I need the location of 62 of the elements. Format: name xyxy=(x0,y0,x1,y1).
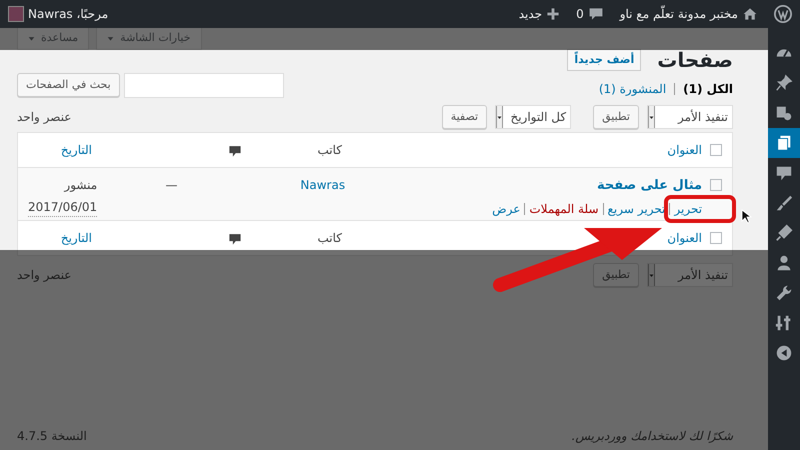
view-filter-link[interactable]: المنشورة (1) xyxy=(598,80,666,98)
select-all-checkbox[interactable] xyxy=(710,144,722,156)
highlight-box xyxy=(664,195,736,223)
page-title-link[interactable]: مثال على صفحة xyxy=(345,176,702,196)
column-header-link[interactable]: التاريخ xyxy=(60,141,92,159)
dropdown-select[interactable]: تنفيذ الأمر xyxy=(647,263,733,287)
add-new-button[interactable]: أضف جديداً xyxy=(567,48,642,72)
caret-icon xyxy=(649,272,654,278)
column-header-link[interactable]: العنوان xyxy=(342,141,702,159)
brush-icon xyxy=(775,194,793,212)
apply-button[interactable]: تطبيق xyxy=(593,105,639,129)
apply-button[interactable]: تطبيق xyxy=(593,263,639,287)
sliders-icon xyxy=(775,314,793,332)
wrench-icon xyxy=(775,284,793,302)
comments-cell-text: — xyxy=(164,177,179,194)
caret-icon xyxy=(28,35,35,42)
dropdown-select[interactable]: تنفيذ الأمر xyxy=(647,105,733,129)
caret-icon xyxy=(649,114,654,120)
pages-icon xyxy=(775,134,793,152)
home-icon[interactable] xyxy=(742,6,758,22)
speech-bubble-icon xyxy=(775,164,793,182)
mouse-pointer-icon xyxy=(742,209,752,224)
person-icon xyxy=(775,254,793,272)
column-header-link[interactable]: العنوان xyxy=(342,229,702,247)
author-link[interactable]: Nawras xyxy=(246,176,346,194)
speech-bubble-icon xyxy=(228,144,242,158)
media-icon xyxy=(775,104,793,122)
site-name-link[interactable]: مختبر مدونة تعلّم مع ناو xyxy=(620,5,738,23)
footer-thanks: شكرًا لك لاستخدامك ووردبريس. xyxy=(572,428,733,445)
dropdown-select[interactable]: كل التواريخ xyxy=(495,105,572,129)
plus-icon[interactable] xyxy=(546,7,560,21)
pin-icon xyxy=(775,74,793,92)
select-all-checkbox[interactable] xyxy=(710,232,722,244)
filter-button[interactable]: تصفية xyxy=(442,105,488,129)
items-count: عنصر واحد xyxy=(17,109,72,126)
caret-icon xyxy=(497,114,502,120)
comments-count: 0 xyxy=(576,6,584,23)
plug-icon xyxy=(775,224,793,242)
search-field[interactable] xyxy=(124,73,284,98)
row-action-link[interactable]: سلة المهملات xyxy=(529,200,599,218)
row-action-link[interactable]: تحرير سريع xyxy=(608,200,666,218)
items-count: عنصر واحد xyxy=(17,267,72,284)
greeting-link[interactable]: مرحبًا، Nawras xyxy=(28,5,108,23)
search-pages-button[interactable]: بحث في الصفحات xyxy=(17,73,120,97)
date-text: 2017/06/01 xyxy=(28,198,98,217)
caret-icon xyxy=(107,35,114,42)
status-text: منشور xyxy=(62,177,98,194)
row-action-link[interactable]: عرض xyxy=(492,200,520,218)
avatar-icon xyxy=(8,6,24,22)
column-header: كاتب xyxy=(316,230,342,247)
column-header-link[interactable]: التاريخ xyxy=(60,229,92,247)
speech-bubble-icon[interactable] xyxy=(588,6,604,22)
new-link[interactable]: جديد xyxy=(518,5,542,23)
page-title: صفحات xyxy=(657,47,733,74)
column-header: كاتب xyxy=(316,142,342,159)
version-text: النسخة 4.7.5 xyxy=(17,428,87,445)
row-checkbox[interactable] xyxy=(710,179,722,191)
speech-bubble-icon xyxy=(228,232,242,246)
view-filter-link[interactable]: الكل (1) xyxy=(683,80,733,98)
row-action-link[interactable]: تحرير xyxy=(674,200,702,218)
wordpress-logo-icon[interactable] xyxy=(774,5,792,23)
sidebar-menu-item[interactable] xyxy=(768,128,800,158)
